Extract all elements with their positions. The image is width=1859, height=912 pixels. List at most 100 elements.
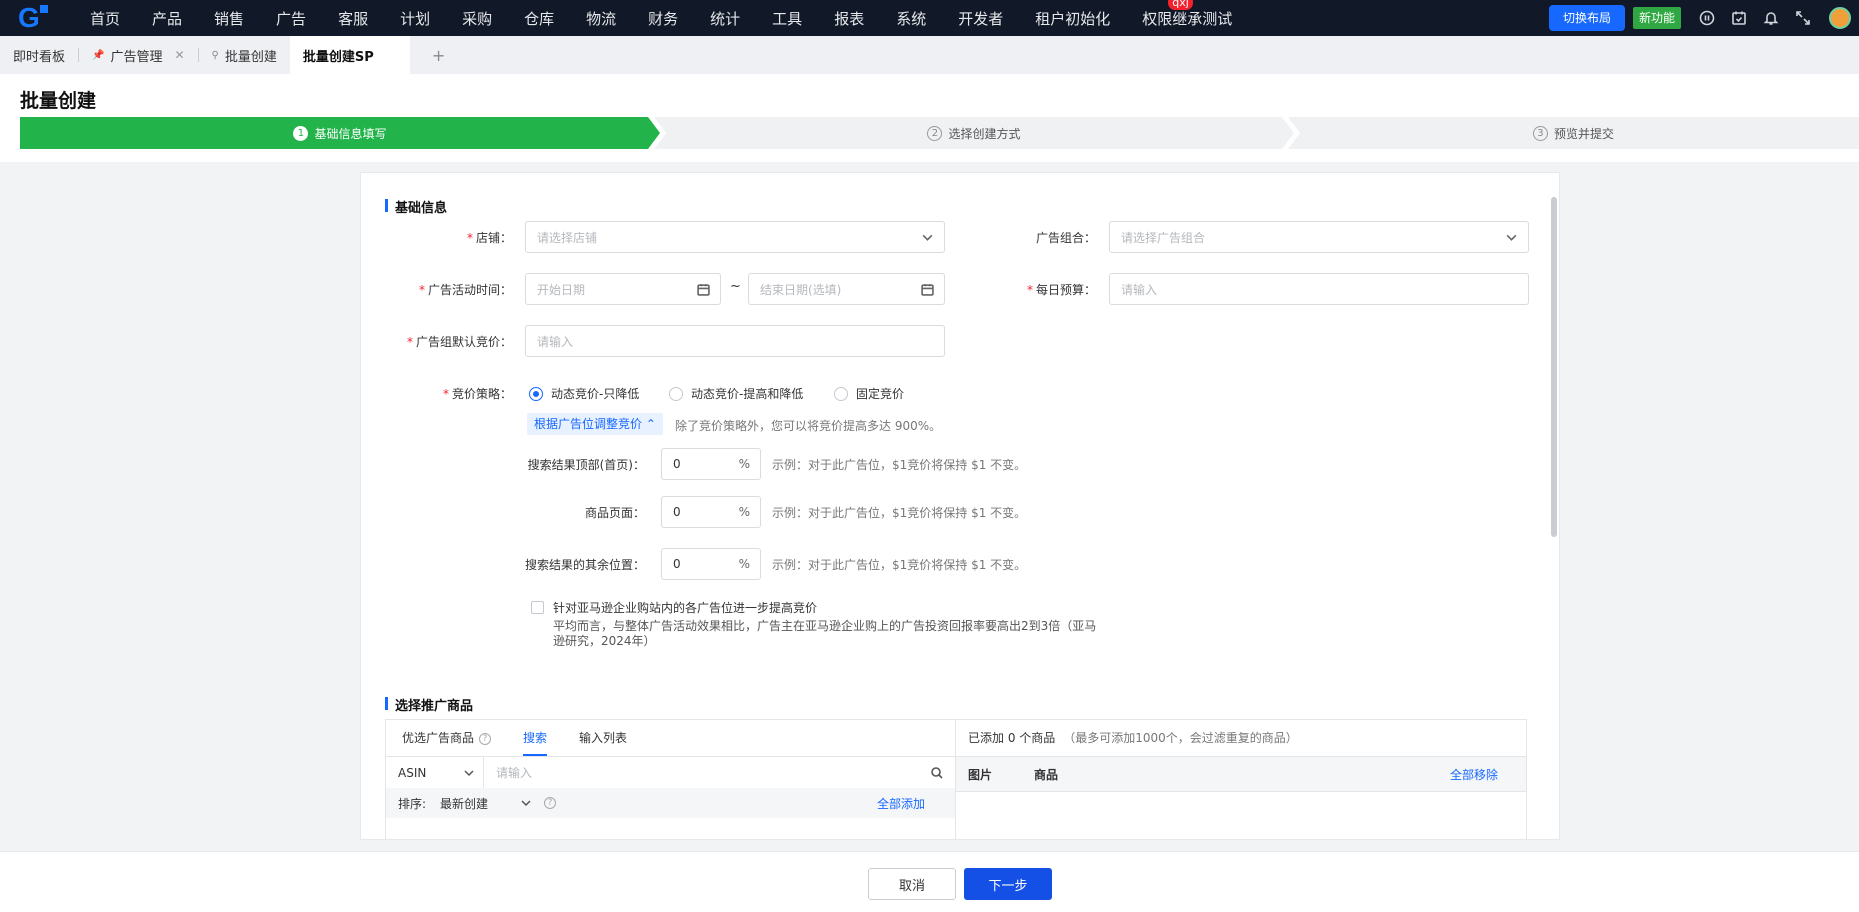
amazon-business-label[interactable]: 针对亚马逊企业购站内的各广告位进一步提高竞价 bbox=[553, 599, 817, 616]
search-icon[interactable] bbox=[931, 766, 943, 779]
end-date-input[interactable]: 结束日期(选填) bbox=[748, 273, 945, 305]
tab-ad-management[interactable]: 📌 广告管理 ✕ bbox=[79, 36, 198, 74]
required-mark: * bbox=[442, 387, 449, 401]
product-search-input[interactable]: 请输入 bbox=[484, 757, 955, 789]
menu-item-developer[interactable]: 开发者 bbox=[958, 8, 1003, 29]
shop-label: * 店铺： bbox=[467, 229, 512, 246]
budget-placeholder: 请输入 bbox=[1121, 282, 1158, 297]
tab-label: 即时看板 bbox=[13, 49, 66, 65]
add-tab-button[interactable]: + bbox=[410, 36, 467, 74]
added-products-header: 已添加 0 个商品 （最多可添加1000个，会过滤重复的商品） bbox=[956, 720, 1298, 756]
added-products-table-header: 图片 商品 全部移除 bbox=[956, 756, 1526, 792]
calendar-check-icon[interactable] bbox=[1730, 9, 1748, 27]
nav-actions: 切换布局 新功能 bbox=[1548, 0, 1859, 36]
menu-item-service[interactable]: 客服 bbox=[338, 8, 368, 29]
help-circle-icon[interactable] bbox=[1698, 9, 1716, 27]
radio-dynamic-up-down[interactable]: 动态竞价-提高和降低 bbox=[669, 385, 803, 402]
calendar-icon[interactable] bbox=[697, 283, 710, 296]
scrollbar[interactable] bbox=[1551, 197, 1557, 537]
remove-all-link[interactable]: 全部移除 bbox=[1450, 766, 1498, 783]
pin-icon[interactable]: 📌 bbox=[92, 50, 104, 61]
placement-top-input[interactable]: 0% bbox=[661, 448, 761, 480]
portfolio-select[interactable]: 请选择广告组合 bbox=[1109, 221, 1529, 253]
tab-bar: 即时看板 📌 广告管理 ✕ ⚲ 批量创建 批量创建SP + bbox=[0, 36, 1859, 74]
adjust-bid-hint: 除了竞价策略外，您可以将竞价提高多达 900%。 bbox=[675, 419, 942, 433]
menu-item-warehouse[interactable]: 仓库 bbox=[524, 8, 554, 29]
sort-select[interactable]: 最新创建 bbox=[440, 795, 536, 812]
radio-dynamic-down[interactable]: 动态竞价-只降低 bbox=[529, 385, 639, 402]
menu-item-system[interactable]: 系统 bbox=[896, 8, 926, 29]
placement-product-page-label: 商品页面： bbox=[584, 506, 645, 520]
shop-select[interactable]: 请选择店铺 bbox=[525, 221, 945, 253]
placement-product-page-input[interactable]: 0% bbox=[661, 496, 761, 528]
tab-input-list[interactable]: 输入列表 bbox=[579, 720, 627, 756]
menu-item-finance[interactable]: 财务 bbox=[648, 8, 678, 29]
top-navigation: G 首页 产品 销售 广告 客服 计划 采购 仓库 物流 财务 统计 工具 报表… bbox=[0, 0, 1859, 36]
form-card: 基础信息 * 店铺： 请选择店铺 广告组合： 请选择广告组合 * 广告活动时间： 开… bbox=[360, 172, 1560, 840]
radio-label: 动态竞价-提高和降低 bbox=[691, 387, 804, 401]
menu-item-sales[interactable]: 销售 bbox=[214, 8, 244, 29]
menu-item-permission-test[interactable]: 权限继承测试 qxj bbox=[1142, 0, 1233, 29]
adjust-bid-by-placement-toggle[interactable]: 根据广告位调整竞价 ⌃ bbox=[527, 413, 663, 435]
pin-outline-icon[interactable]: ⚲ bbox=[212, 50, 219, 61]
avatar[interactable] bbox=[1829, 7, 1851, 29]
search-type-select[interactable]: ASIN bbox=[386, 756, 484, 789]
tab-preferred-products[interactable]: 优选广告商品? bbox=[402, 720, 492, 756]
daily-budget-input[interactable]: 请输入 bbox=[1109, 273, 1529, 305]
step-indicator: 1 基础信息填写 2 选择创建方式 3 预览并提交 bbox=[20, 117, 1859, 149]
menu-item-tools[interactable]: 工具 bbox=[772, 8, 802, 29]
tab-search[interactable]: 搜索 bbox=[523, 720, 548, 756]
menu-item-product[interactable]: 产品 bbox=[152, 8, 182, 29]
search-placeholder: 请输入 bbox=[496, 765, 533, 780]
start-date-input[interactable]: 开始日期 bbox=[525, 273, 721, 305]
add-all-link[interactable]: 全部添加 bbox=[877, 795, 925, 812]
menu-item-label: 权限继承测试 bbox=[1142, 9, 1233, 28]
default-bid-label: * 广告组默认竞价： bbox=[407, 333, 512, 350]
next-step-button[interactable]: 下一步 bbox=[964, 868, 1052, 900]
help-icon[interactable]: ? bbox=[544, 797, 557, 809]
placement-rest-input[interactable]: 0% bbox=[661, 548, 761, 580]
placement-product-page-hint: 示例：对于此广告位，$1竞价将保持 $1 不变。 bbox=[772, 506, 1027, 520]
placement-rest-hint: 示例：对于此广告位，$1竞价将保持 $1 不变。 bbox=[772, 558, 1027, 572]
step-label: 选择创建方式 bbox=[948, 126, 1021, 141]
menu-item-purchase[interactable]: 采购 bbox=[462, 8, 492, 29]
switch-layout-button[interactable]: 切换布局 bbox=[1548, 5, 1625, 31]
step-basic-info: 1 基础信息填写 bbox=[20, 117, 660, 149]
app-logo[interactable]: G bbox=[0, 0, 56, 36]
calendar-icon[interactable] bbox=[921, 283, 934, 296]
radio-dot bbox=[669, 386, 683, 401]
help-icon[interactable]: ? bbox=[479, 732, 492, 745]
step-number: 3 bbox=[1532, 125, 1548, 141]
tab-label: 广告管理 bbox=[110, 49, 163, 65]
radio-label: 动态竞价-只降低 bbox=[551, 387, 640, 401]
cancel-button[interactable]: 取消 bbox=[868, 868, 956, 900]
menu-item-ads[interactable]: 广告 bbox=[276, 8, 306, 29]
tab-dashboard[interactable]: 即时看板 bbox=[0, 36, 78, 74]
close-icon[interactable]: ✕ bbox=[174, 48, 184, 62]
column-product: 商品 bbox=[1034, 767, 1059, 782]
menu-item-home[interactable]: 首页 bbox=[90, 8, 120, 29]
amazon-business-checkbox[interactable] bbox=[531, 601, 544, 614]
label-text: 广告组默认竞价： bbox=[415, 335, 512, 349]
placement-top-hint: 示例：对于此广告位，$1竞价将保持 $1 不变。 bbox=[772, 458, 1027, 472]
tab-label: 批量创建 bbox=[224, 49, 277, 65]
tab-batch-create-sp[interactable]: 批量创建SP bbox=[289, 36, 410, 74]
default-bid-input[interactable]: 请输入 bbox=[525, 325, 945, 357]
input-value: 0 bbox=[673, 505, 681, 519]
new-feature-button[interactable]: 新功能 bbox=[1632, 7, 1681, 29]
menu-item-logistics[interactable]: 物流 bbox=[586, 8, 616, 29]
user-badge: qxj bbox=[1168, 0, 1193, 10]
chevron-down-icon bbox=[464, 769, 474, 776]
main-menu: 首页 产品 销售 广告 客服 计划 采购 仓库 物流 财务 统计 工具 报表 系… bbox=[90, 0, 1264, 36]
fullscreen-icon[interactable] bbox=[1794, 9, 1812, 27]
logo-mark: G bbox=[18, 2, 48, 33]
step-label: 基础信息填写 bbox=[314, 126, 387, 141]
tab-batch-create[interactable]: ⚲ 批量创建 bbox=[199, 36, 290, 74]
section-title-basic: 基础信息 bbox=[385, 197, 447, 216]
menu-item-reports[interactable]: 报表 bbox=[834, 8, 864, 29]
bell-icon[interactable] bbox=[1762, 9, 1780, 27]
menu-item-stats[interactable]: 统计 bbox=[710, 8, 740, 29]
menu-item-plan[interactable]: 计划 bbox=[400, 8, 430, 29]
menu-item-tenant-init[interactable]: 租户初始化 bbox=[1035, 8, 1110, 29]
radio-fixed-bid[interactable]: 固定竞价 bbox=[834, 385, 904, 402]
